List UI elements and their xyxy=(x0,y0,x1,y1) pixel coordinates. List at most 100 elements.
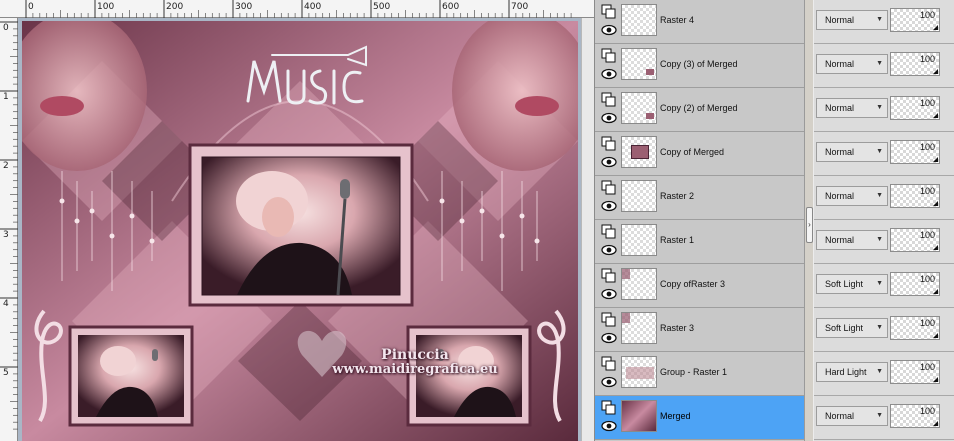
layer-row[interactable]: Raster 3 xyxy=(595,308,805,352)
layer-type-icon[interactable] xyxy=(601,92,617,108)
layer-thumbnail[interactable] xyxy=(621,180,657,212)
layer-properties-row: Normal ▼ 100 xyxy=(814,220,954,264)
layer-thumbnail[interactable] xyxy=(621,400,657,432)
layer-type-icon[interactable] xyxy=(601,180,617,196)
layer-type-icon[interactable] xyxy=(601,48,617,64)
blend-mode-select[interactable]: Soft Light ▼ xyxy=(816,318,888,338)
thumbnail-content xyxy=(622,313,630,323)
layer-icons xyxy=(601,220,617,264)
panel-splitter[interactable]: › xyxy=(804,0,814,441)
opacity-slider-corner-icon xyxy=(933,421,938,426)
blend-mode-select[interactable]: Soft Light ▼ xyxy=(816,274,888,294)
visibility-eye-icon[interactable] xyxy=(601,200,617,212)
blend-mode-select[interactable]: Normal ▼ xyxy=(816,98,888,118)
layer-thumbnail[interactable] xyxy=(621,356,657,388)
canvas-area[interactable]: 0 100 200 300 400 500 600 700 012345 Pin… xyxy=(0,0,594,441)
ruler-left-label: 1 xyxy=(3,92,9,102)
opacity-value: 100 xyxy=(919,10,935,20)
layer-row[interactable]: Raster 4 xyxy=(595,0,805,44)
blend-mode-select[interactable]: Normal ▼ xyxy=(816,142,888,162)
blend-mode-select[interactable]: Hard Light ▼ xyxy=(816,362,888,382)
opacity-field[interactable]: 100 xyxy=(890,228,940,252)
blend-mode-select[interactable]: Normal ▼ xyxy=(816,406,888,426)
blend-mode-select[interactable]: Normal ▼ xyxy=(816,10,888,30)
dropdown-arrow-icon: ▼ xyxy=(876,236,883,243)
splitter-grip-icon[interactable]: › xyxy=(806,207,813,243)
layer-type-icon[interactable] xyxy=(601,224,617,240)
opacity-slider-corner-icon xyxy=(933,69,938,74)
visibility-eye-icon[interactable] xyxy=(601,112,617,124)
thumbnail-content xyxy=(646,113,654,119)
visibility-eye-icon[interactable] xyxy=(601,244,617,256)
blend-mode-value: Normal xyxy=(825,235,855,245)
layer-type-icon[interactable] xyxy=(601,356,617,372)
ruler-top-label: 600 xyxy=(442,2,460,12)
opacity-field[interactable]: 100 xyxy=(890,404,940,428)
blend-mode-select[interactable]: Normal ▼ xyxy=(816,230,888,250)
layer-icons xyxy=(601,176,617,220)
layer-thumbnail[interactable] xyxy=(621,48,657,80)
layer-icons xyxy=(601,0,617,44)
opacity-slider-corner-icon xyxy=(933,377,938,382)
layer-name: Raster 2 xyxy=(660,191,695,201)
layer-thumbnail[interactable] xyxy=(621,4,657,36)
layer-row[interactable]: Group - Raster 1 xyxy=(595,352,805,396)
layer-type-icon[interactable] xyxy=(601,400,617,416)
visibility-eye-icon[interactable] xyxy=(601,420,617,432)
layer-thumbnail[interactable] xyxy=(621,268,657,300)
layer-name: Raster 4 xyxy=(660,15,695,25)
dropdown-arrow-icon: ▼ xyxy=(876,104,883,111)
blend-mode-value: Normal xyxy=(825,147,855,157)
layer-icons xyxy=(601,132,617,176)
ruler-top-label: 200 xyxy=(166,2,184,12)
opacity-field[interactable]: 100 xyxy=(890,272,940,296)
opacity-value: 100 xyxy=(919,318,935,328)
thumbnail-content xyxy=(622,401,656,431)
opacity-field[interactable]: 100 xyxy=(890,96,940,120)
blend-mode-value: Normal xyxy=(825,59,855,69)
blend-mode-select[interactable]: Normal ▼ xyxy=(816,186,888,206)
layer-row[interactable]: Merged xyxy=(595,396,805,440)
ruler-left-label: 2 xyxy=(3,161,9,171)
layer-row[interactable]: Raster 2 xyxy=(595,176,805,220)
layer-row[interactable]: Copy (2) of Merged xyxy=(595,88,805,132)
opacity-field[interactable]: 100 xyxy=(890,184,940,208)
opacity-field[interactable]: 100 xyxy=(890,360,940,384)
ruler-top-label: 500 xyxy=(373,2,391,12)
canvas-vertical-scrollbar[interactable] xyxy=(581,18,594,441)
thumbnail-content xyxy=(646,69,654,75)
opacity-field[interactable]: 100 xyxy=(890,52,940,76)
layer-thumbnail[interactable] xyxy=(621,136,657,168)
layer-row[interactable]: Raster 1 xyxy=(595,220,805,264)
layer-icons xyxy=(601,352,617,396)
dropdown-arrow-icon: ▼ xyxy=(876,16,883,23)
visibility-eye-icon[interactable] xyxy=(601,68,617,80)
opacity-field[interactable]: 100 xyxy=(890,8,940,32)
layer-type-icon[interactable] xyxy=(601,268,617,284)
layer-row[interactable]: Copy (3) of Merged xyxy=(595,44,805,88)
artwork-canvas[interactable]: Pinuccia www.maidiregrafica.eu xyxy=(22,21,578,441)
layer-type-icon[interactable] xyxy=(601,4,617,20)
visibility-eye-icon[interactable] xyxy=(601,156,617,168)
layer-properties-row: Normal ▼ 100 xyxy=(814,132,954,176)
layer-thumbnail[interactable] xyxy=(621,92,657,124)
visibility-eye-icon[interactable] xyxy=(601,376,617,388)
layer-row[interactable]: Copy of Merged xyxy=(595,132,805,176)
opacity-slider-corner-icon xyxy=(933,245,938,250)
dropdown-arrow-icon: ▼ xyxy=(876,60,883,67)
visibility-eye-icon[interactable] xyxy=(601,24,617,36)
blend-mode-select[interactable]: Normal ▼ xyxy=(816,54,888,74)
layer-properties-row: Soft Light ▼ 100 xyxy=(814,264,954,308)
visibility-eye-icon[interactable] xyxy=(601,288,617,300)
opacity-field[interactable]: 100 xyxy=(890,316,940,340)
dropdown-arrow-icon: ▼ xyxy=(876,368,883,375)
layer-row[interactable]: Copy ofRaster 3 xyxy=(595,264,805,308)
layer-type-icon[interactable] xyxy=(601,136,617,152)
layer-thumbnail[interactable] xyxy=(621,224,657,256)
layer-icons xyxy=(601,308,617,352)
layer-properties-row: Normal ▼ 100 xyxy=(814,396,954,440)
opacity-field[interactable]: 100 xyxy=(890,140,940,164)
layer-type-icon[interactable] xyxy=(601,312,617,328)
visibility-eye-icon[interactable] xyxy=(601,332,617,344)
layer-thumbnail[interactable] xyxy=(621,312,657,344)
